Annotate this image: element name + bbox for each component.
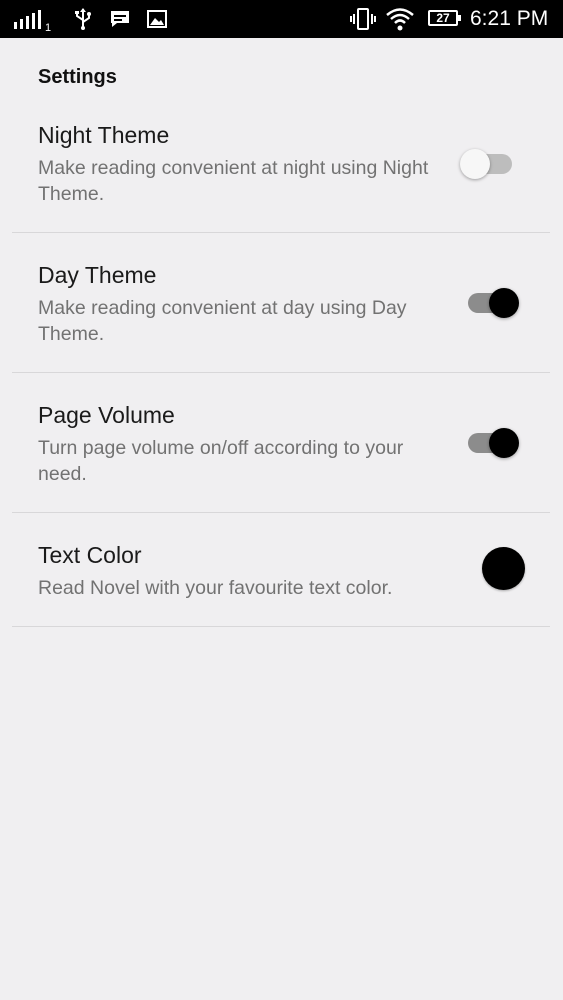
setting-day-theme[interactable]: Day Theme Make reading convenient at day… xyxy=(0,250,563,372)
message-icon xyxy=(108,0,132,38)
setting-description: Make reading convenient at night using N… xyxy=(38,157,429,205)
setting-description: Read Novel with your favourite text colo… xyxy=(38,577,393,599)
page-volume-toggle[interactable] xyxy=(466,425,522,461)
setting-title: Day Theme xyxy=(38,262,157,288)
settings-header: Settings xyxy=(38,66,117,88)
usb-icon xyxy=(72,0,94,38)
status-time: 6:21 PM xyxy=(470,7,549,30)
sim-slot-label: 1 xyxy=(45,22,52,34)
toggle-thumb xyxy=(489,428,519,458)
day-theme-toggle[interactable] xyxy=(466,285,522,321)
divider xyxy=(12,626,550,627)
vibrate-icon xyxy=(349,0,377,38)
setting-page-volume[interactable]: Page Volume Turn page volume on/off acco… xyxy=(0,390,563,512)
image-icon xyxy=(146,0,168,38)
text-color-swatch[interactable] xyxy=(482,547,525,590)
setting-title: Page Volume xyxy=(38,402,175,428)
setting-night-theme[interactable]: Night Theme Make reading convenient at n… xyxy=(0,110,563,232)
battery-icon: 27 xyxy=(428,10,461,26)
divider xyxy=(12,232,550,233)
toggle-thumb xyxy=(460,149,490,179)
wifi-icon xyxy=(384,0,416,38)
setting-title: Text Color xyxy=(38,542,142,568)
setting-text-color[interactable]: Text Color Read Novel with your favourit… xyxy=(0,530,563,626)
toggle-thumb xyxy=(489,288,519,318)
signal-icon xyxy=(12,0,42,38)
status-bar: 1 27 6:21 PM xyxy=(0,0,563,38)
night-theme-toggle[interactable] xyxy=(460,146,522,182)
setting-description: Make reading convenient at day using Day… xyxy=(38,297,407,345)
setting-description: Turn page volume on/off according to you… xyxy=(38,437,404,485)
divider xyxy=(12,512,550,513)
divider xyxy=(12,372,550,373)
setting-title: Night Theme xyxy=(38,122,170,148)
